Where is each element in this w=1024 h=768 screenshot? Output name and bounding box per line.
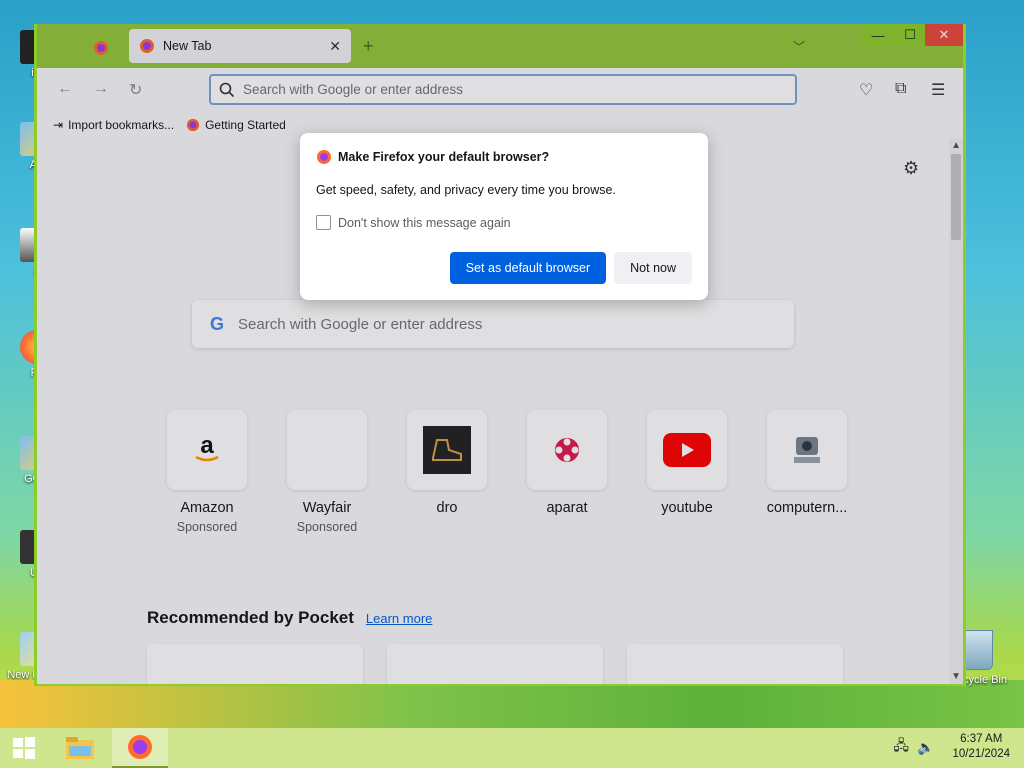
dont-show-again-checkbox[interactable] — [316, 215, 331, 230]
clock-date: 10/21/2024 — [952, 748, 1010, 760]
firefox-icon — [128, 735, 152, 759]
dialog-title: Make Firefox your default browser? — [338, 150, 550, 164]
taskbar-firefox[interactable] — [112, 728, 168, 768]
start-button[interactable] — [0, 728, 48, 768]
volume-icon[interactable]: 🔈 — [917, 739, 934, 756]
recycle-bin-icon — [963, 630, 993, 670]
set-default-browser-button[interactable]: Set as default browser — [449, 252, 607, 284]
wallpaper-ground — [0, 680, 1024, 730]
dialog-buttons: Set as default browser Not now — [449, 252, 692, 284]
taskbar: 🖧 🔈 6:37 AM 10/21/2024 — [0, 728, 1024, 768]
dont-show-again-option[interactable]: Don't show this message again — [316, 215, 692, 230]
folder-icon — [66, 737, 94, 759]
firefox-window: New Tab ✕ + ﹀ — ☐ ✕ ← → ↻ ♡ ⧉ ☰ ⇥ Import… — [34, 24, 966, 686]
taskbar-file-explorer[interactable] — [52, 728, 108, 768]
firefox-icon — [317, 150, 331, 164]
network-icon[interactable]: 🖧 — [893, 735, 909, 759]
default-browser-dialog: Make Firefox your default browser? Get s… — [300, 133, 708, 300]
dialog-body: Get speed, safety, and privacy every tim… — [316, 183, 616, 197]
windows-logo-icon — [13, 737, 35, 759]
modal-overlay — [37, 24, 963, 684]
dialog-header: Make Firefox your default browser? — [316, 149, 692, 165]
clock-time: 6:37 AM — [960, 733, 1003, 745]
checkbox-label: Don't show this message again — [338, 215, 511, 230]
clock[interactable]: 6:37 AM 10/21/2024 — [952, 732, 1010, 762]
system-tray: 🖧 🔈 6:37 AM 10/21/2024 — [885, 732, 1010, 762]
not-now-button[interactable]: Not now — [614, 252, 692, 284]
